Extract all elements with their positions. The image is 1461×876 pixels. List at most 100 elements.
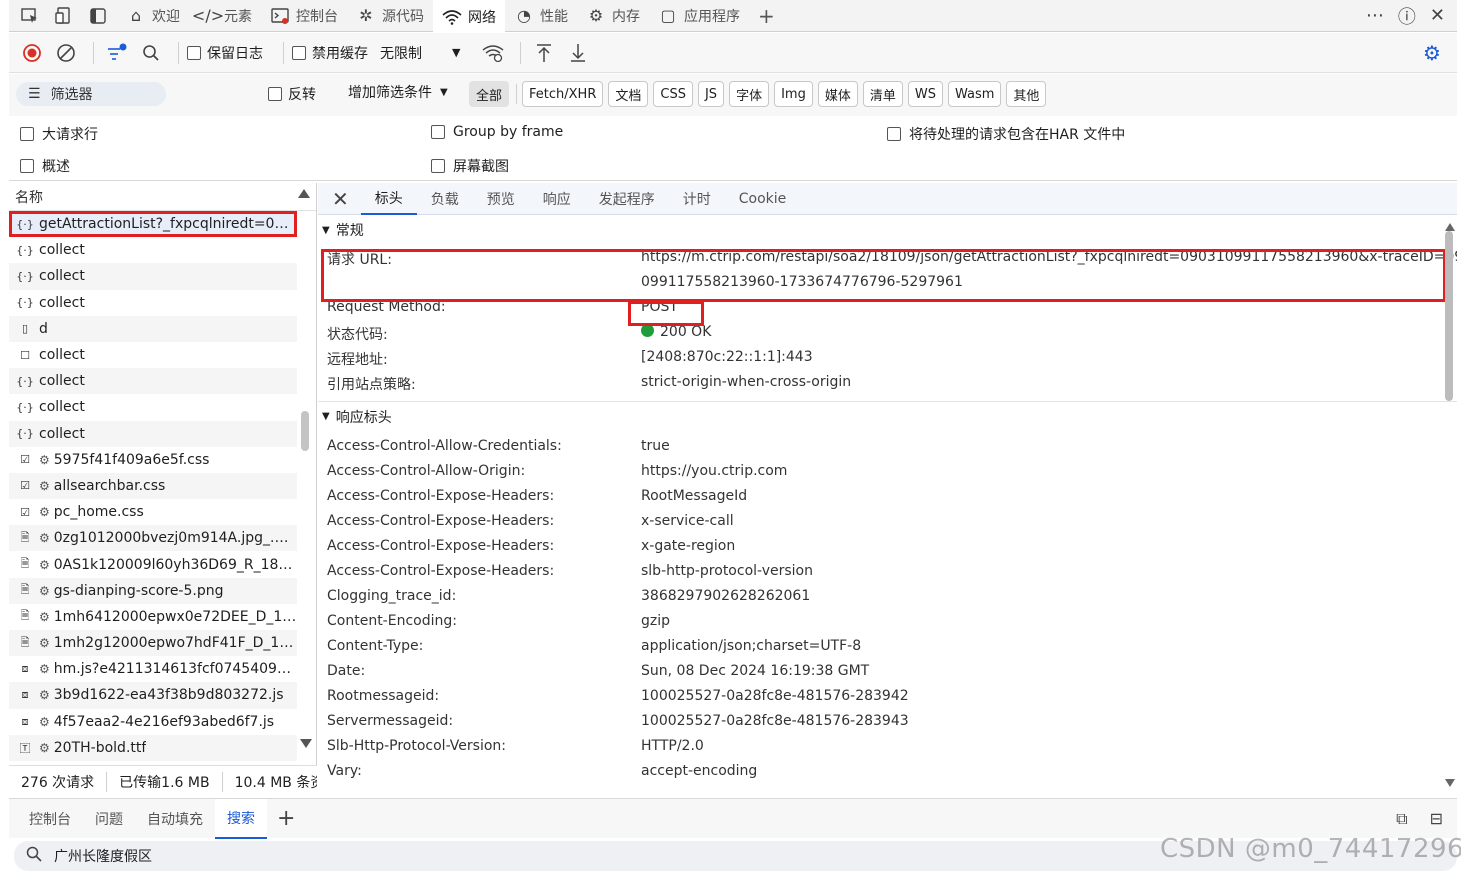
scroll-up-arrow-icon[interactable]: [298, 189, 310, 198]
request-list-scrollbar[interactable]: [301, 411, 309, 451]
type-chip-wasm[interactable]: Wasm: [947, 81, 1002, 107]
invert-filter[interactable]: 反转: [268, 84, 328, 104]
scroll-down-arrow-icon[interactable]: [1445, 779, 1455, 787]
close-icon[interactable]: ✕: [1430, 5, 1445, 26]
checkbox-box[interactable]: [292, 45, 306, 60]
tab-application[interactable]: ▢ 应用程序: [649, 0, 749, 32]
settings-gear-icon[interactable]: ⚙: [1417, 38, 1447, 68]
tab-initiator[interactable]: 发起程序: [585, 183, 669, 215]
more-options-icon[interactable]: ⋯: [1366, 5, 1384, 26]
request-row[interactable]: ⧈ ⚙ hm.js?e4211314613fcf074540918e...: [9, 656, 298, 682]
tab-headers[interactable]: 标头: [360, 183, 417, 215]
type-chip-media[interactable]: 媒体: [817, 81, 858, 107]
drawer-tab-autofill[interactable]: 自动填充: [135, 799, 215, 839]
more-filters-dropdown[interactable]: 增加筛选条件 ▼: [348, 82, 448, 102]
request-row[interactable]: 🗎 ⚙ 0zg1012000bvezj0m914A.jpg_.we...: [9, 525, 297, 552]
tab-preview[interactable]: 预览: [473, 183, 529, 215]
request-row[interactable]: {·} collect: [9, 263, 297, 290]
tab-console[interactable]: 控制台: [261, 0, 347, 32]
help-icon[interactable]: ⓘ: [1398, 3, 1416, 29]
drawer-tab-console[interactable]: 控制台: [17, 799, 83, 839]
general-section-header[interactable]: ▼ 常规: [318, 215, 1457, 245]
drawer-tab-search[interactable]: 搜索: [215, 798, 267, 839]
type-chip-other[interactable]: 其他: [1006, 81, 1047, 107]
request-row[interactable]: ☑ ⚙ pc_home.css: [9, 499, 297, 525]
drawer-tab-issues[interactable]: 问题: [83, 799, 135, 839]
export-har-icon[interactable]: [563, 38, 593, 68]
tab-welcome[interactable]: ⌂ 欢迎: [117, 0, 189, 32]
network-conditions-icon[interactable]: [478, 38, 508, 68]
group-by-frame-checkbox[interactable]: Group by frame: [431, 124, 563, 140]
request-row[interactable]: ☐ collect: [9, 342, 297, 368]
tab-network[interactable]: 网络: [433, 0, 505, 32]
tab-sources[interactable]: ✲ 源代码: [347, 0, 433, 32]
request-row[interactable]: ⧈ ⚙ 4f57eaa2-4e216ef93abed6f7.js: [9, 709, 297, 735]
type-chip-fetch-xhr[interactable]: Fetch/XHR: [522, 81, 604, 107]
request-row[interactable]: {·} collect: [9, 290, 297, 316]
throttling-select[interactable]: 无限制 ▼: [380, 43, 460, 63]
tab-timing[interactable]: 计时: [669, 183, 725, 215]
checkbox-box[interactable]: [887, 127, 901, 141]
tab-response[interactable]: 响应: [529, 183, 585, 215]
overview-checkbox[interactable]: 概述: [20, 156, 70, 176]
tab-elements[interactable]: </> 元素: [189, 0, 261, 32]
device-emulation-icon[interactable]: [49, 1, 79, 31]
detail-scrollbar[interactable]: [1445, 231, 1453, 401]
request-row[interactable]: 🗎 ⚙ gs-dianping-score-5.png: [9, 577, 297, 604]
search-icon[interactable]: [136, 38, 166, 68]
scroll-down-arrow-icon[interactable]: [300, 739, 312, 748]
response-headers-section-header[interactable]: ▼ 响应标头: [318, 401, 1457, 431]
request-row[interactable]: 🗎 ⚙ 1mh6412000epwx0e72DEE_D_180...: [9, 604, 297, 630]
preserve-log-checkbox[interactable]: 保留日志: [187, 43, 263, 63]
undock-drawer-icon[interactable]: ⧉: [1396, 809, 1407, 829]
checkbox-box[interactable]: [20, 127, 34, 141]
request-row[interactable]: ☑ ⚙ allsearchbar.css: [9, 472, 297, 500]
big-request-rows-checkbox[interactable]: 大请求行: [20, 124, 98, 144]
tab-cookies[interactable]: Cookie: [725, 183, 801, 215]
collapse-drawer-icon[interactable]: ⊟: [1430, 809, 1443, 829]
invert-checkbox[interactable]: 反转: [268, 84, 316, 104]
tab-performance[interactable]: ◔ 性能: [505, 0, 577, 32]
request-row[interactable]: ▯ d: [9, 315, 297, 342]
include-pending-har-checkbox[interactable]: 将待处理的请求包含在HAR 文件中: [887, 124, 1125, 144]
type-chip-css[interactable]: CSS: [653, 81, 693, 107]
request-row[interactable]: {·} collect: [9, 394, 297, 420]
request-row[interactable]: 🅃 ⚙ 20TH-bold.ttf: [9, 734, 297, 761]
type-chip-ws[interactable]: WS: [907, 81, 943, 107]
checkbox-box[interactable]: [431, 125, 445, 139]
request-row[interactable]: ⧈ ⚙ 3b9d1622-ea43f38b9d803272.js: [9, 682, 297, 709]
name-column-header[interactable]: 名称: [9, 183, 316, 211]
add-tab-button[interactable]: +: [749, 0, 784, 32]
request-row[interactable]: 🗎 ⚙ 1mh2g12000epwo7hdF41F_D_180...: [9, 630, 297, 657]
screenshots-checkbox[interactable]: 屏幕截图: [431, 156, 509, 176]
request-row[interactable]: ☑ ⚙ 5975f41f409a6e5f.css: [9, 447, 297, 473]
disable-cache-checkbox[interactable]: 禁用缓存: [292, 43, 368, 63]
tab-memory[interactable]: ⚙ 内存: [577, 0, 649, 32]
inspect-icon[interactable]: [15, 1, 45, 31]
filter-toggle-icon[interactable]: [102, 38, 132, 68]
type-chip-img[interactable]: Img: [774, 81, 813, 107]
checkbox-box[interactable]: [187, 45, 201, 60]
record-icon[interactable]: [17, 38, 47, 68]
type-chip-doc[interactable]: 文档: [608, 81, 649, 107]
request-row[interactable]: {·} getAttractionList?_fxpcqlniredt=0903.…: [9, 211, 297, 238]
filter-input[interactable]: ☰ 筛选器: [16, 82, 166, 106]
tab-payload[interactable]: 负载: [417, 183, 473, 215]
request-row[interactable]: {·} collect: [9, 420, 297, 447]
checkbox-box[interactable]: [431, 159, 445, 173]
type-chip-js[interactable]: JS: [697, 81, 725, 107]
type-chip-all[interactable]: 全部: [469, 81, 510, 107]
add-drawer-tab-button[interactable]: +: [267, 806, 305, 831]
clear-icon[interactable]: [51, 38, 81, 68]
checkbox-box[interactable]: [20, 159, 34, 173]
request-row[interactable]: {·} collect: [9, 237, 297, 263]
request-row[interactable]: {·} collect: [9, 368, 297, 395]
checkbox-box[interactable]: [268, 87, 282, 101]
scroll-up-arrow-icon[interactable]: [1445, 223, 1455, 231]
request-row[interactable]: 🗎 ⚙ 0AS1k120009l60yh36D69_R_180_...: [9, 551, 297, 577]
import-har-icon[interactable]: [529, 38, 559, 68]
type-chip-manifest[interactable]: 清单: [862, 81, 903, 107]
close-detail-icon[interactable]: ✕: [332, 187, 349, 211]
dock-side-icon[interactable]: [83, 1, 113, 31]
type-chip-font[interactable]: 字体: [729, 81, 770, 107]
